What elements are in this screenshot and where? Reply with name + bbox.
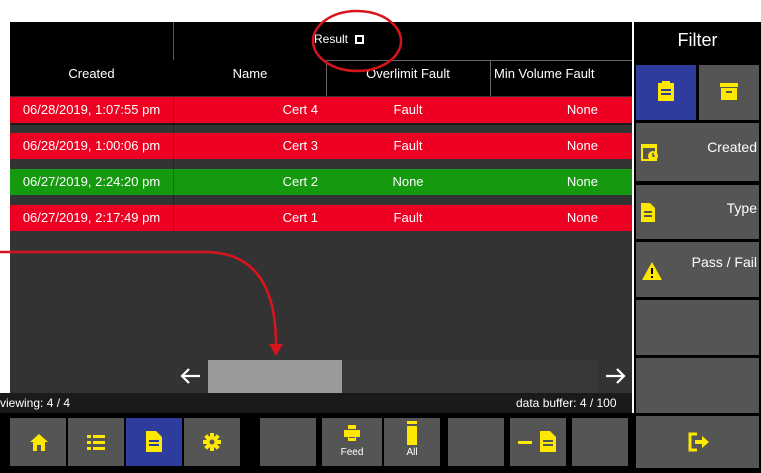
document-icon	[641, 203, 655, 222]
blank-button-3[interactable]	[572, 418, 628, 466]
cell-created: 06/27/2019, 2:17:49 pm	[22, 210, 161, 225]
table-row[interactable]: 06/28/2019, 1:00:06 pm Cert 3 Fault None	[10, 133, 632, 159]
list-button[interactable]	[68, 418, 124, 466]
filter-type-button[interactable]: Type	[636, 185, 759, 239]
cell-min-volume-fault: None	[566, 102, 598, 117]
blank-button-1[interactable]	[260, 418, 316, 466]
table-row[interactable]: 06/27/2019, 2:24:20 pm Cert 2 None None	[10, 169, 632, 195]
settings-button[interactable]	[184, 418, 240, 466]
filter-pass-fail-button[interactable]: Pass / Fail	[636, 242, 759, 297]
cell-name: Cert 3	[282, 138, 318, 153]
filter-title: Filter	[677, 30, 718, 50]
cell-created: 06/28/2019, 1:00:06 pm	[22, 138, 161, 153]
table-group-header: Result	[10, 22, 632, 96]
feed-button[interactable]: Feed	[322, 418, 382, 466]
cell-created: 06/28/2019, 1:07:55 pm	[22, 102, 161, 117]
cell-min-volume-fault: None	[566, 174, 598, 189]
scrollbar-thumb[interactable]	[208, 360, 342, 393]
cell-created: 06/27/2019, 2:24:20 pm	[22, 174, 161, 189]
column-header-min-volume-fault[interactable]: Min Volume Fault	[494, 66, 632, 81]
status-bar: viewing: 4 / 4 data buffer: 4 / 100	[0, 393, 632, 413]
table-row[interactable]: 06/27/2019, 2:17:49 pm Cert 1 Fault None	[10, 205, 632, 231]
print-all-button[interactable]: All	[384, 418, 440, 466]
exit-button[interactable]	[636, 416, 759, 468]
result-header-label: Result	[314, 32, 349, 46]
data-buffer-count: data buffer: 4 / 100	[516, 396, 617, 410]
feed-label: Feed	[340, 447, 364, 458]
document-icon	[146, 431, 162, 452]
filter-pass-fail-label: Pass / Fail	[691, 254, 757, 270]
table-row[interactable]: 06/28/2019, 1:07:55 pm Cert 4 Fault None	[10, 97, 632, 123]
archive-icon	[720, 83, 738, 100]
column-header-name[interactable]: Name	[174, 66, 326, 81]
warning-icon	[642, 262, 662, 280]
cell-overlimit-fault: Fault	[393, 102, 423, 117]
clipboard-icon	[658, 81, 674, 101]
filter-type-label: Type	[726, 200, 757, 216]
filter-tab-active[interactable]	[636, 65, 696, 120]
cell-name: Cert 1	[282, 210, 318, 225]
cell-min-volume-fault: None	[566, 210, 598, 225]
square-bullet-icon	[355, 35, 365, 44]
calendar-clock-icon	[641, 144, 658, 161]
column-header-created[interactable]: Created	[10, 66, 173, 81]
cell-overlimit-fault: None	[392, 174, 424, 189]
column-header-row: Created Name Overlimit Fault Min Volume …	[10, 60, 632, 96]
minus-document-icon	[518, 431, 556, 452]
cell-name: Cert 4	[282, 102, 318, 117]
blank-button-2[interactable]	[448, 418, 504, 466]
filter-created-label: Created	[707, 139, 757, 155]
filter-tab-archive[interactable]	[699, 65, 759, 120]
gear-icon	[203, 433, 221, 451]
all-label: All	[406, 447, 418, 458]
exit-icon	[688, 432, 709, 452]
filter-empty-slot-2[interactable]	[636, 358, 759, 413]
remove-record-button[interactable]	[510, 418, 566, 466]
home-button[interactable]	[10, 418, 66, 466]
list-icon	[87, 435, 105, 450]
column-header-overlimit-fault[interactable]: Overlimit Fault	[326, 66, 490, 81]
cell-overlimit-fault: Fault	[393, 138, 423, 153]
records-button[interactable]	[126, 418, 182, 466]
printer-icon	[344, 425, 360, 441]
cell-min-volume-fault: None	[566, 138, 598, 153]
paper-strip-icon	[407, 421, 417, 445]
result-header[interactable]: Result	[314, 32, 365, 46]
filter-created-button[interactable]: Created	[636, 123, 759, 181]
cell-overlimit-fault: Fault	[393, 210, 423, 225]
viewing-count: viewing: 4 / 4	[0, 396, 71, 410]
filter-empty-slot-1[interactable]	[636, 300, 759, 355]
arrow-left-icon[interactable]	[178, 366, 202, 386]
horizontal-scrollbar[interactable]	[176, 360, 632, 393]
home-icon	[30, 434, 48, 451]
cell-name: Cert 2	[282, 174, 318, 189]
arrow-right-icon[interactable]	[604, 366, 628, 386]
